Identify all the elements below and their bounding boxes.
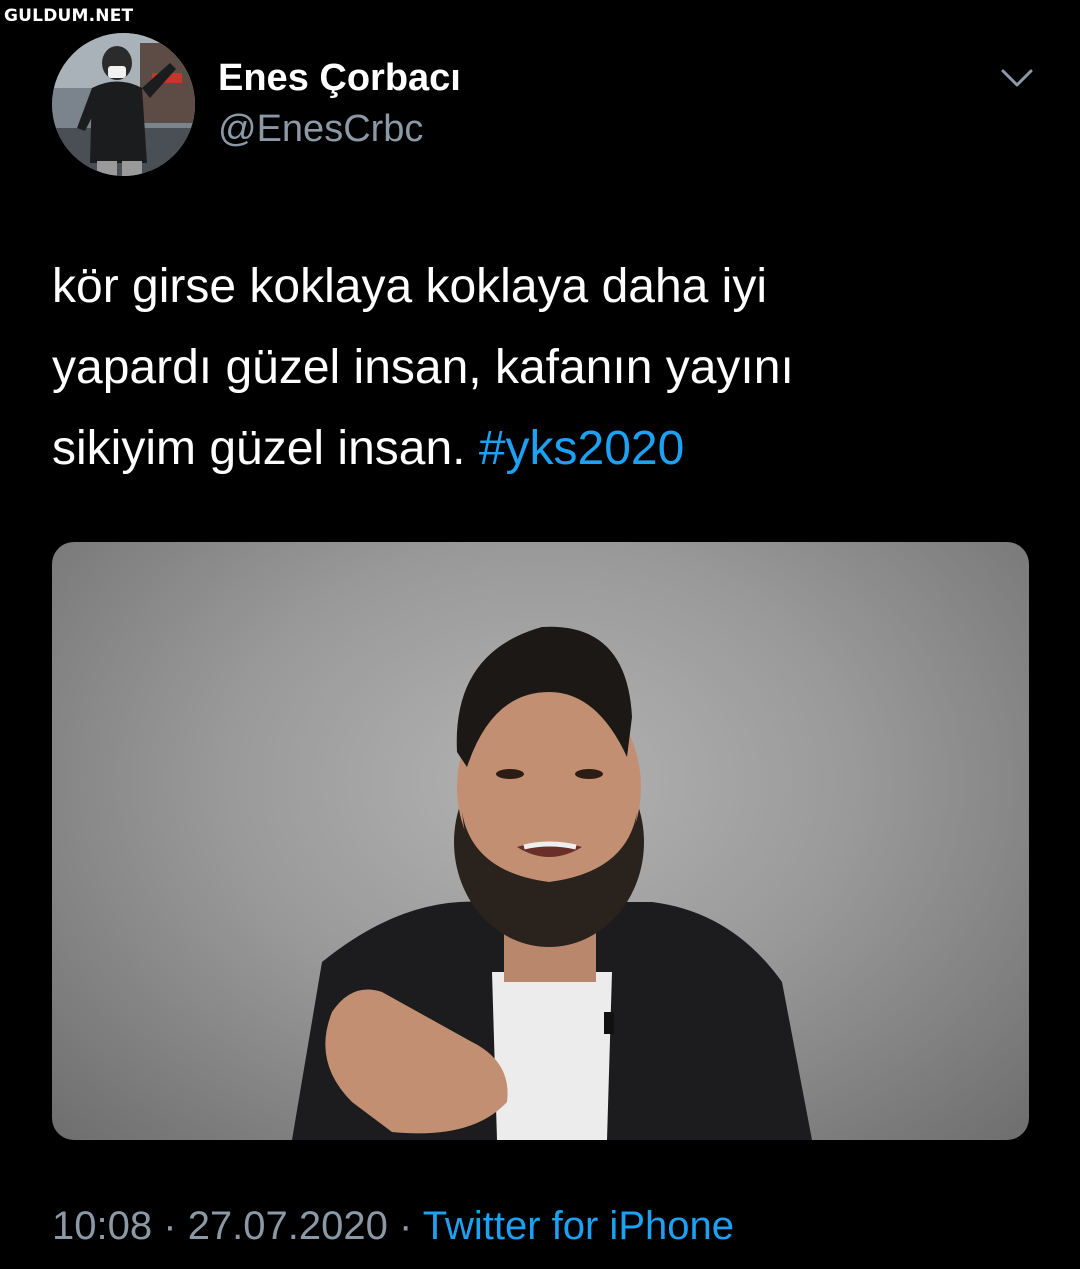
tweet-source-link[interactable]: Twitter for iPhone <box>423 1204 734 1248</box>
meta-separator: · <box>399 1204 413 1248</box>
chevron-down-icon[interactable] <box>998 63 1036 93</box>
media-image <box>292 626 812 1140</box>
tweet-media-photo[interactable] <box>52 542 1029 1140</box>
site-watermark: GULDUM.NET <box>4 6 134 26</box>
tweet-date[interactable]: 27.07.2020 <box>188 1204 388 1248</box>
tweet-text: kör girse koklaya koklaya daha iyi yapar… <box>52 246 952 489</box>
tweet-text-line-3: sikiyim güzel insan. <box>52 422 479 475</box>
tweet-text-line-2: yapardı güzel insan, kafanın yayını <box>52 341 794 394</box>
tweet-meta: 10:08 · 27.07.2020 · Twitter for iPhone <box>52 1204 734 1249</box>
tweet-text-line-1: kör girse koklaya koklaya daha iyi <box>52 260 768 313</box>
avatar-photo <box>52 33 195 176</box>
author-display-name[interactable]: Enes Çorbacı <box>218 57 461 100</box>
avatar[interactable] <box>52 33 195 176</box>
tweet-time[interactable]: 10:08 <box>52 1204 152 1248</box>
author-handle[interactable]: @EnesCrbc <box>218 108 423 151</box>
hashtag-link[interactable]: #yks2020 <box>479 422 684 475</box>
meta-separator: · <box>163 1204 177 1248</box>
